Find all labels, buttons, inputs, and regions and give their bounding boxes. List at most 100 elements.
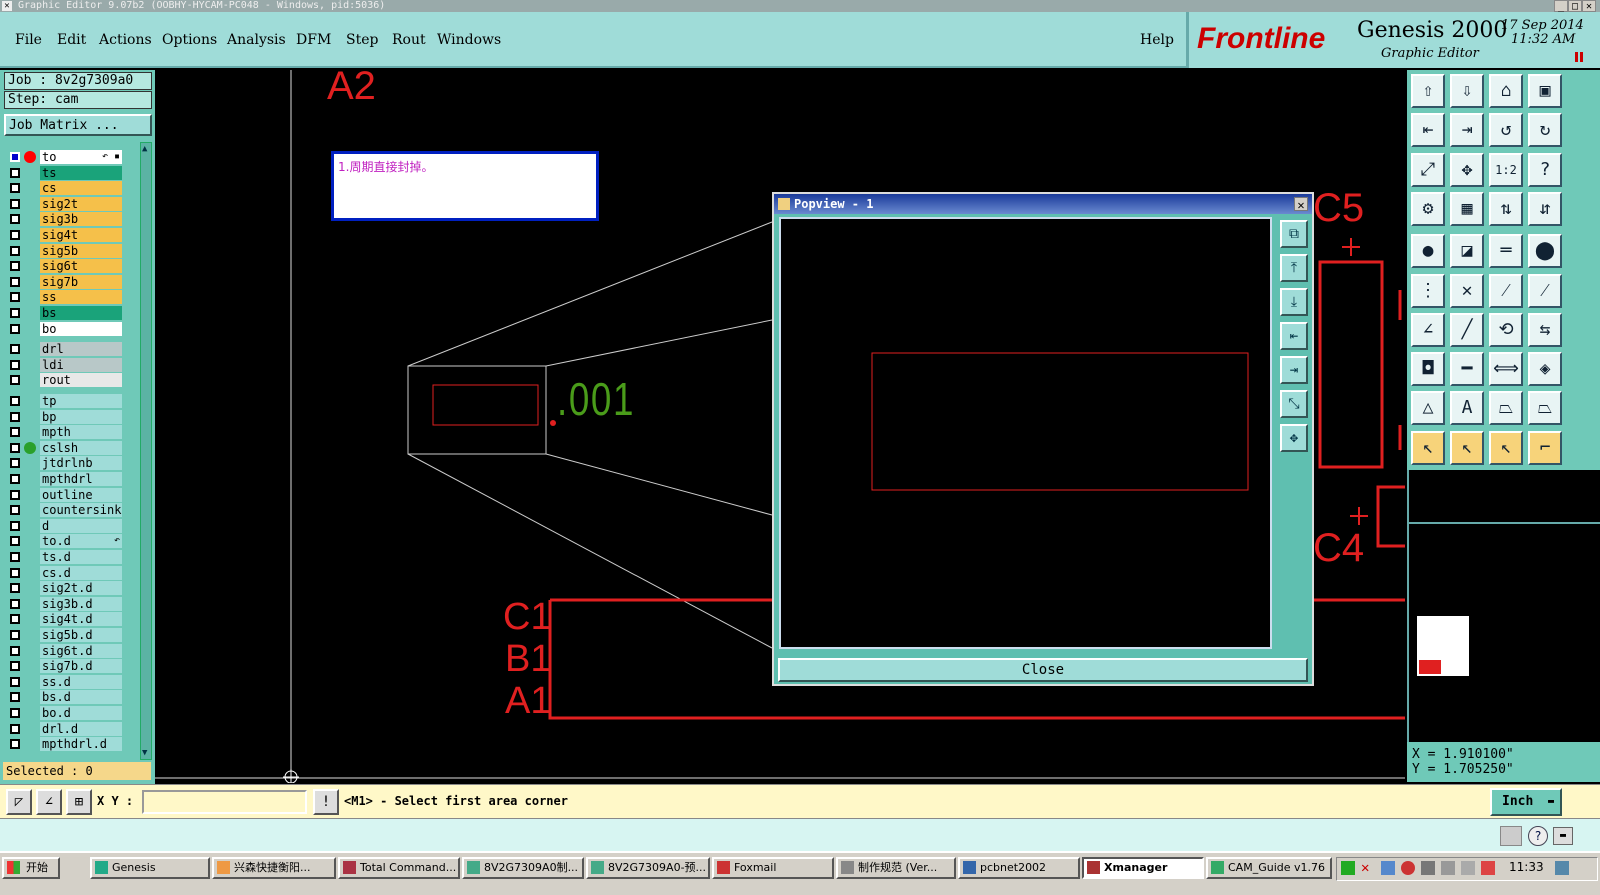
menu-edit[interactable]: Edit bbox=[57, 32, 86, 48]
connect-icon[interactable]: ⋮ bbox=[1411, 273, 1445, 308]
layer-row[interactable]: ss bbox=[6, 290, 124, 305]
layer-name[interactable]: ss bbox=[40, 290, 122, 305]
tray-display-icon[interactable] bbox=[1461, 861, 1475, 875]
tray-settings-icon[interactable] bbox=[1421, 861, 1435, 875]
select-box-icon[interactable]: ↖ bbox=[1450, 430, 1484, 465]
tray-foxmail-icon[interactable] bbox=[1401, 861, 1415, 875]
layer-name[interactable]: sig2t bbox=[40, 196, 122, 211]
pan-right-icon[interactable]: ⇥ bbox=[1450, 113, 1484, 148]
home-up-icon[interactable]: ⇧ bbox=[1411, 74, 1445, 108]
pad-insert-icon[interactable]: ◘ bbox=[1411, 352, 1445, 387]
maximize-icon[interactable]: □ bbox=[1568, 0, 1582, 12]
taskbar-item[interactable]: Genesis bbox=[90, 857, 210, 879]
overview-map[interactable] bbox=[1407, 470, 1600, 742]
layer-name[interactable]: sig7b bbox=[40, 274, 122, 289]
layer-checkbox[interactable] bbox=[10, 520, 20, 531]
menu-actions[interactable]: Actions bbox=[99, 32, 152, 48]
menu-help[interactable]: Help bbox=[1140, 32, 1174, 48]
grid-mode-icon[interactable]: ⊞ bbox=[66, 789, 92, 815]
tray-app-icon[interactable] bbox=[1341, 861, 1355, 875]
layer-row[interactable]: to ↶ ▪ bbox=[6, 150, 124, 165]
layer-name[interactable]: mpth bbox=[40, 425, 122, 440]
dimension-icon[interactable]: ⟺ bbox=[1489, 352, 1523, 387]
popview-close-button[interactable]: Close bbox=[778, 658, 1308, 682]
layer-row[interactable]: drl bbox=[6, 342, 124, 357]
layer-row[interactable]: bs bbox=[6, 306, 124, 321]
taskbar-item[interactable]: Foxmail bbox=[712, 857, 834, 879]
layer-row[interactable]: sig3b.d bbox=[6, 596, 124, 612]
layer-checkbox[interactable] bbox=[10, 411, 20, 422]
slash-icon[interactable]: ╱ bbox=[1450, 312, 1484, 347]
minimize-icon[interactable]: _ bbox=[1554, 0, 1568, 12]
arc-point-icon[interactable]: ⁄ bbox=[1528, 273, 1562, 308]
cross-icon[interactable]: ✕ bbox=[1450, 273, 1484, 308]
mirror-icon[interactable]: ⇆ bbox=[1528, 312, 1562, 347]
layer-checkbox[interactable] bbox=[10, 489, 20, 500]
taskbar-item[interactable]: 8V2G7309A0-预... bbox=[586, 857, 710, 879]
layer-checkbox[interactable] bbox=[10, 598, 20, 609]
popview-title-bar[interactable]: Popview - 1 ✕ bbox=[774, 194, 1312, 214]
layer-row[interactable]: sig5b bbox=[6, 243, 124, 259]
layer-name[interactable]: sig3b.d bbox=[40, 596, 122, 611]
layer-row[interactable]: bo bbox=[6, 321, 124, 337]
layer-row[interactable]: tp bbox=[6, 394, 124, 409]
menu-rout[interactable]: Rout bbox=[392, 32, 426, 48]
tray-power-icon[interactable] bbox=[1555, 861, 1569, 875]
route-icon[interactable]: ⌐ bbox=[1528, 430, 1562, 465]
layer-name[interactable]: sig7b.d bbox=[40, 659, 122, 674]
layer-name[interactable]: d bbox=[40, 518, 122, 533]
layer-checkbox[interactable] bbox=[10, 323, 20, 334]
home-icon[interactable]: ⌂ bbox=[1489, 74, 1523, 108]
layer-row[interactable]: bp bbox=[6, 409, 124, 425]
layer-name[interactable]: sig5b.d bbox=[40, 628, 122, 642]
pan-right-icon[interactable]: ⇥ bbox=[1280, 356, 1308, 384]
layer-name[interactable]: sig6t.d bbox=[40, 643, 122, 658]
layer-row[interactable]: outline bbox=[6, 487, 124, 503]
layer-checkbox[interactable] bbox=[10, 474, 20, 484]
layer-row[interactable]: rout bbox=[6, 373, 124, 388]
home-down-icon[interactable]: ⇩ bbox=[1450, 74, 1484, 108]
layer-name[interactable]: sig3b bbox=[40, 212, 122, 227]
ruler-icon[interactable]: ═ bbox=[1489, 234, 1523, 269]
layer-checkbox[interactable] bbox=[10, 292, 20, 303]
select-alt-icon[interactable]: ↖ bbox=[1489, 430, 1523, 465]
taskbar-item[interactable]: CAM_Guide v1.76 bbox=[1206, 857, 1332, 879]
layer-row[interactable]: sig2t bbox=[6, 196, 124, 212]
angle-icon[interactable]: ∠ bbox=[1411, 312, 1445, 347]
job-matrix-button[interactable]: Job Matrix ... bbox=[4, 114, 152, 136]
layer-row[interactable]: sig3b bbox=[6, 212, 124, 227]
trapezoid-icon[interactable]: ⏢ bbox=[1489, 391, 1523, 426]
layer-checkbox[interactable] bbox=[10, 230, 20, 240]
layer-name[interactable]: tp bbox=[40, 394, 122, 408]
layer-row[interactable]: drl.d bbox=[6, 721, 124, 737]
layer-compare-icon[interactable]: ⇵ bbox=[1528, 191, 1562, 226]
one-to-one-icon[interactable]: 1:2 bbox=[1489, 152, 1523, 187]
layer-row[interactable]: bo.d bbox=[6, 706, 124, 721]
measure-icon[interactable]: ⚙ bbox=[1411, 191, 1445, 226]
expand-icon[interactable]: ▬ bbox=[1553, 827, 1573, 845]
layer-row[interactable]: jtdrlnb bbox=[6, 456, 124, 471]
layer-checkbox[interactable] bbox=[10, 505, 20, 516]
layer-checkbox[interactable] bbox=[10, 567, 20, 578]
layer-name[interactable]: sig5b bbox=[40, 243, 122, 258]
help-icon[interactable]: ? bbox=[1528, 826, 1548, 846]
layer-row[interactable]: mpth bbox=[6, 425, 124, 440]
layer-row[interactable]: ss.d bbox=[6, 674, 124, 690]
zoom-center-icon[interactable]: ✥ bbox=[1450, 152, 1484, 187]
layer-checkbox[interactable] bbox=[10, 308, 20, 318]
layer-row[interactable]: sig4t bbox=[6, 228, 124, 243]
layer-row[interactable]: cs.d bbox=[6, 565, 124, 581]
layer-name[interactable]: sig2t.d bbox=[40, 581, 122, 596]
xmanager-tray-icon[interactable]: ✕ bbox=[1361, 860, 1369, 876]
layer-row[interactable]: ts.d bbox=[6, 550, 124, 565]
layer-checkbox[interactable] bbox=[10, 552, 20, 562]
triangle-icon[interactable]: △ bbox=[1411, 391, 1445, 426]
layer-row[interactable]: to.d ↶ bbox=[6, 534, 124, 549]
taskbar-item[interactable]: 兴森快捷衡阳... bbox=[212, 857, 336, 879]
layer-row[interactable]: mpthdrl.d bbox=[6, 737, 124, 752]
layer-name[interactable]: sig6t bbox=[40, 259, 122, 274]
layer-name[interactable]: cs bbox=[40, 181, 122, 196]
menu-analysis[interactable]: Analysis bbox=[227, 32, 286, 48]
layer-row[interactable]: cs bbox=[6, 181, 124, 196]
layer-name[interactable]: ts bbox=[40, 165, 122, 180]
